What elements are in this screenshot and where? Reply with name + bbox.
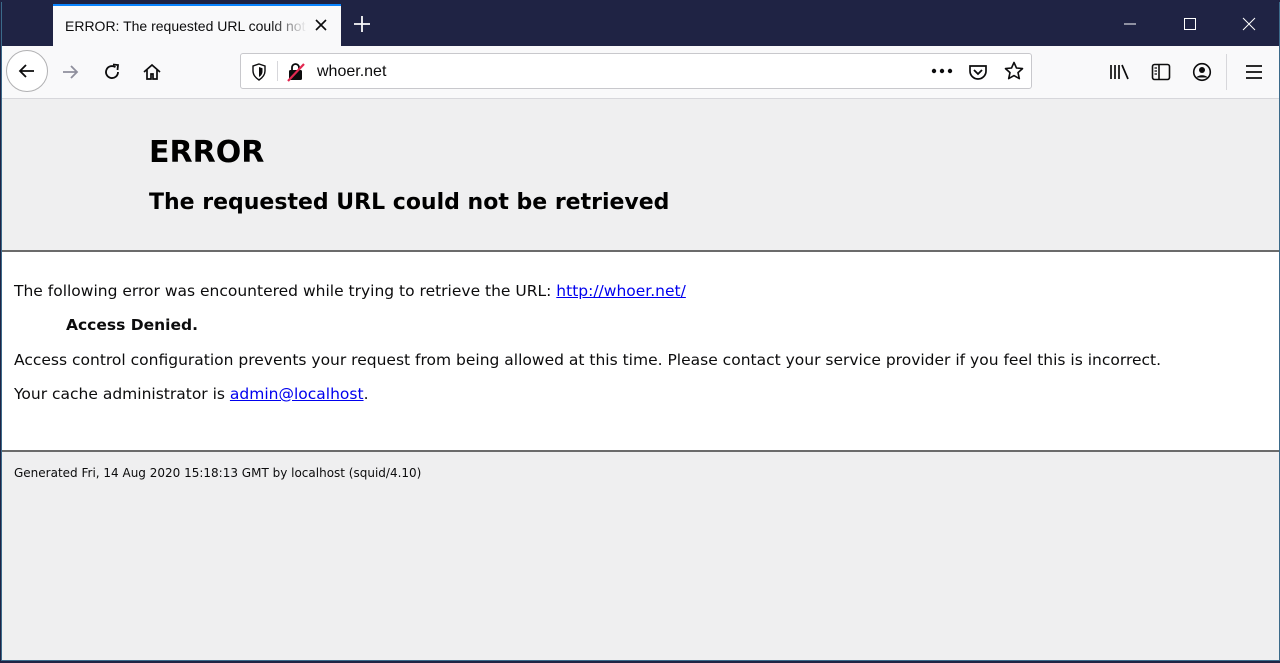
account-button[interactable] <box>1188 58 1216 86</box>
maximize-button[interactable] <box>1161 2 1219 46</box>
page-content: ERROR The requested URL could not be ret… <box>2 99 1279 660</box>
close-tab-icon[interactable] <box>313 17 329 33</box>
error-header: ERROR The requested URL could not be ret… <box>2 99 1279 252</box>
forward-arrow-icon <box>63 65 79 79</box>
tab-strip: ERROR: The requested URL could not be re… <box>2 2 1279 46</box>
insecure-lock-icon[interactable] <box>287 62 305 82</box>
reload-icon <box>105 63 119 79</box>
page-actions-icon[interactable] <box>931 67 953 75</box>
tab-title: ERROR: The requested URL could not be re… <box>65 18 307 34</box>
footer: Generated Fri, 14 Aug 2020 15:18:13 GMT … <box>2 452 1279 660</box>
url-divider <box>277 61 278 81</box>
minimize-button[interactable] <box>1101 2 1159 46</box>
library-icon <box>1110 64 1129 80</box>
hamburger-menu-icon <box>1246 65 1262 79</box>
admin-line-period: . <box>363 385 369 403</box>
footer-generated-text: Generated Fri, 14 Aug 2020 15:18:13 GMT … <box>14 466 422 480</box>
error-url-label: The following error was encountered whil… <box>14 282 557 300</box>
error-url-link[interactable]: http://whoer.net/ <box>556 282 686 300</box>
close-window-button[interactable] <box>1220 2 1278 46</box>
error-explanation: Access control configuration prevents yo… <box>14 351 1162 369</box>
page-title: ERROR <box>149 135 265 170</box>
admin-email-link[interactable]: admin@localhost <box>230 385 364 403</box>
error-url-line: The following error was encountered whil… <box>14 282 686 300</box>
tracking-shield-icon[interactable] <box>251 63 267 81</box>
menu-button[interactable] <box>1240 58 1268 86</box>
url-text[interactable]: whoer.net <box>317 63 386 81</box>
maximize-icon <box>1184 18 1196 30</box>
nav-toolbar: whoer.net <box>2 46 1279 99</box>
sidebar-button[interactable] <box>1147 58 1175 86</box>
pocket-icon[interactable] <box>968 62 988 82</box>
url-bar[interactable]: whoer.net <box>240 53 1032 89</box>
browser-window: ERROR: The requested URL could not be re… <box>1 2 1280 661</box>
admin-line: Your cache administrator is admin@localh… <box>14 385 369 403</box>
forward-button[interactable] <box>56 59 84 85</box>
back-button[interactable] <box>6 50 48 92</box>
back-arrow-icon <box>18 64 34 78</box>
reload-button[interactable] <box>98 58 126 86</box>
error-details: The following error was encountered whil… <box>2 252 1279 452</box>
tab-active[interactable]: ERROR: The requested URL could not be re… <box>53 4 341 46</box>
minimize-icon <box>1124 23 1136 25</box>
home-icon <box>143 63 161 80</box>
home-button[interactable] <box>138 58 166 86</box>
new-tab-icon[interactable] <box>352 14 372 34</box>
page-subtitle: The requested URL could not be retrieved <box>149 190 670 215</box>
sidebar-icon <box>1151 63 1171 81</box>
admin-label: Your cache administrator is <box>14 385 230 403</box>
toolbar-divider <box>1226 54 1227 90</box>
close-icon <box>1242 17 1256 31</box>
account-icon <box>1192 62 1212 82</box>
library-button[interactable] <box>1106 58 1134 86</box>
access-denied-text: Access Denied. <box>66 316 198 334</box>
bookmark-star-icon[interactable] <box>1004 61 1024 81</box>
